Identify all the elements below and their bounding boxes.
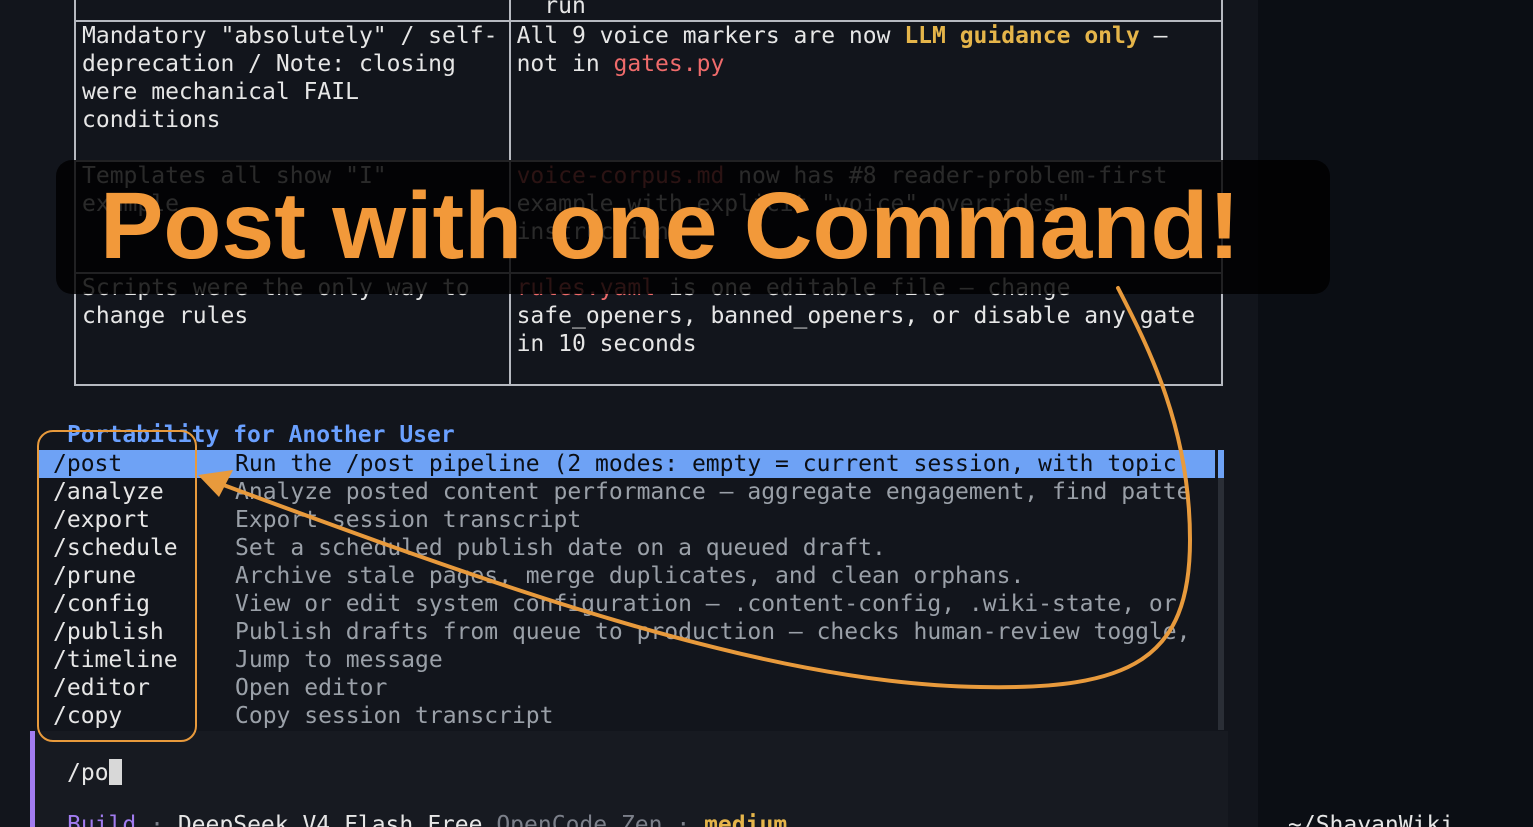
- model-name[interactable]: DeepSeek V4 Flash Free: [178, 812, 483, 827]
- table-cell-text: All 9 voice markers are now: [516, 23, 905, 49]
- command-item-schedule[interactable]: /schedule Set a scheduled publish date on…: [39, 534, 1215, 562]
- mode-label[interactable]: Build: [67, 812, 136, 827]
- prompt-input-area[interactable]: /po Build · DeepSeek V4 Flash Free OpenC…: [30, 731, 1228, 827]
- command-item-publish[interactable]: /publish Publish drafts from queue to pro…: [39, 618, 1215, 646]
- prompt-input-value: /po: [67, 760, 109, 786]
- command-description: Copy session transcript: [235, 703, 554, 729]
- scrollbar-thumb[interactable]: [1218, 450, 1224, 478]
- table-row: Mandatory "absolutely" / self- deprecati…: [74, 20, 1224, 162]
- command-item-timeline[interactable]: /timeline Jump to message: [39, 646, 1215, 674]
- input-accent-bar: [30, 731, 35, 827]
- command-item-analyze[interactable]: /analyze Analyze posted content performan…: [39, 478, 1215, 506]
- command-description: Archive stale pages, merge duplicates, a…: [235, 563, 1025, 589]
- command-highlight-box: [37, 430, 197, 742]
- table-cell-issue: Mandatory "absolutely" / self- deprecati…: [74, 20, 511, 162]
- command-description: Publish drafts from queue to production …: [235, 619, 1191, 645]
- table-row: run: [74, 0, 1224, 22]
- table-cell-fix: run: [508, 0, 1224, 22]
- command-item-copy[interactable]: /copy Copy session transcript: [39, 702, 1215, 730]
- table-cell-text: gates.py: [613, 51, 725, 77]
- command-description: Run the /post pipeline (2 modes: empty =…: [235, 451, 1177, 477]
- command-item-export[interactable]: /export Export session transcript: [39, 506, 1215, 534]
- command-description: View or edit system configuration — .con…: [235, 591, 1177, 617]
- command-item-config[interactable]: /config View or edit system configuration…: [39, 590, 1215, 618]
- command-item-prune[interactable]: /prune Archive stale pages, merge duplica…: [39, 562, 1215, 590]
- effort-level[interactable]: medium: [704, 812, 787, 827]
- status-separator-2: ·: [676, 812, 691, 827]
- command-description: Open editor: [235, 675, 388, 701]
- text-cursor: [108, 759, 122, 785]
- table-cell-fix: All 9 voice markers are now LLM guidance…: [508, 20, 1224, 162]
- table-cell-text: LLM guidance only: [904, 23, 1140, 49]
- prompt-input[interactable]: /po: [67, 759, 122, 787]
- command-description: Analyze posted content performance — agg…: [235, 479, 1191, 505]
- status-line: Build · DeepSeek V4 Flash Free OpenCode …: [67, 811, 787, 827]
- command-autocomplete-list[interactable]: /post Run the /post pipeline (2 modes: em…: [39, 450, 1215, 730]
- command-item-post[interactable]: /post Run the /post pipeline (2 modes: em…: [39, 450, 1215, 478]
- banner-title: Post with one Command!: [100, 173, 1240, 279]
- command-description: Export session transcript: [235, 507, 582, 533]
- right-pane: [1258, 0, 1533, 827]
- table-cell-text: run: [516, 0, 586, 19]
- command-description: Set a scheduled publish date on a queued…: [235, 535, 886, 561]
- table-cell-issue: [74, 0, 511, 22]
- status-separator: ·: [150, 812, 164, 827]
- command-item-editor[interactable]: /editor Open editor: [39, 674, 1215, 702]
- provider-name: OpenCode Zen: [496, 812, 663, 827]
- command-description: Jump to message: [235, 647, 443, 673]
- working-directory: ~/ShayanWiki: [1288, 812, 1455, 827]
- autocomplete-scrollbar[interactable]: [1218, 450, 1224, 730]
